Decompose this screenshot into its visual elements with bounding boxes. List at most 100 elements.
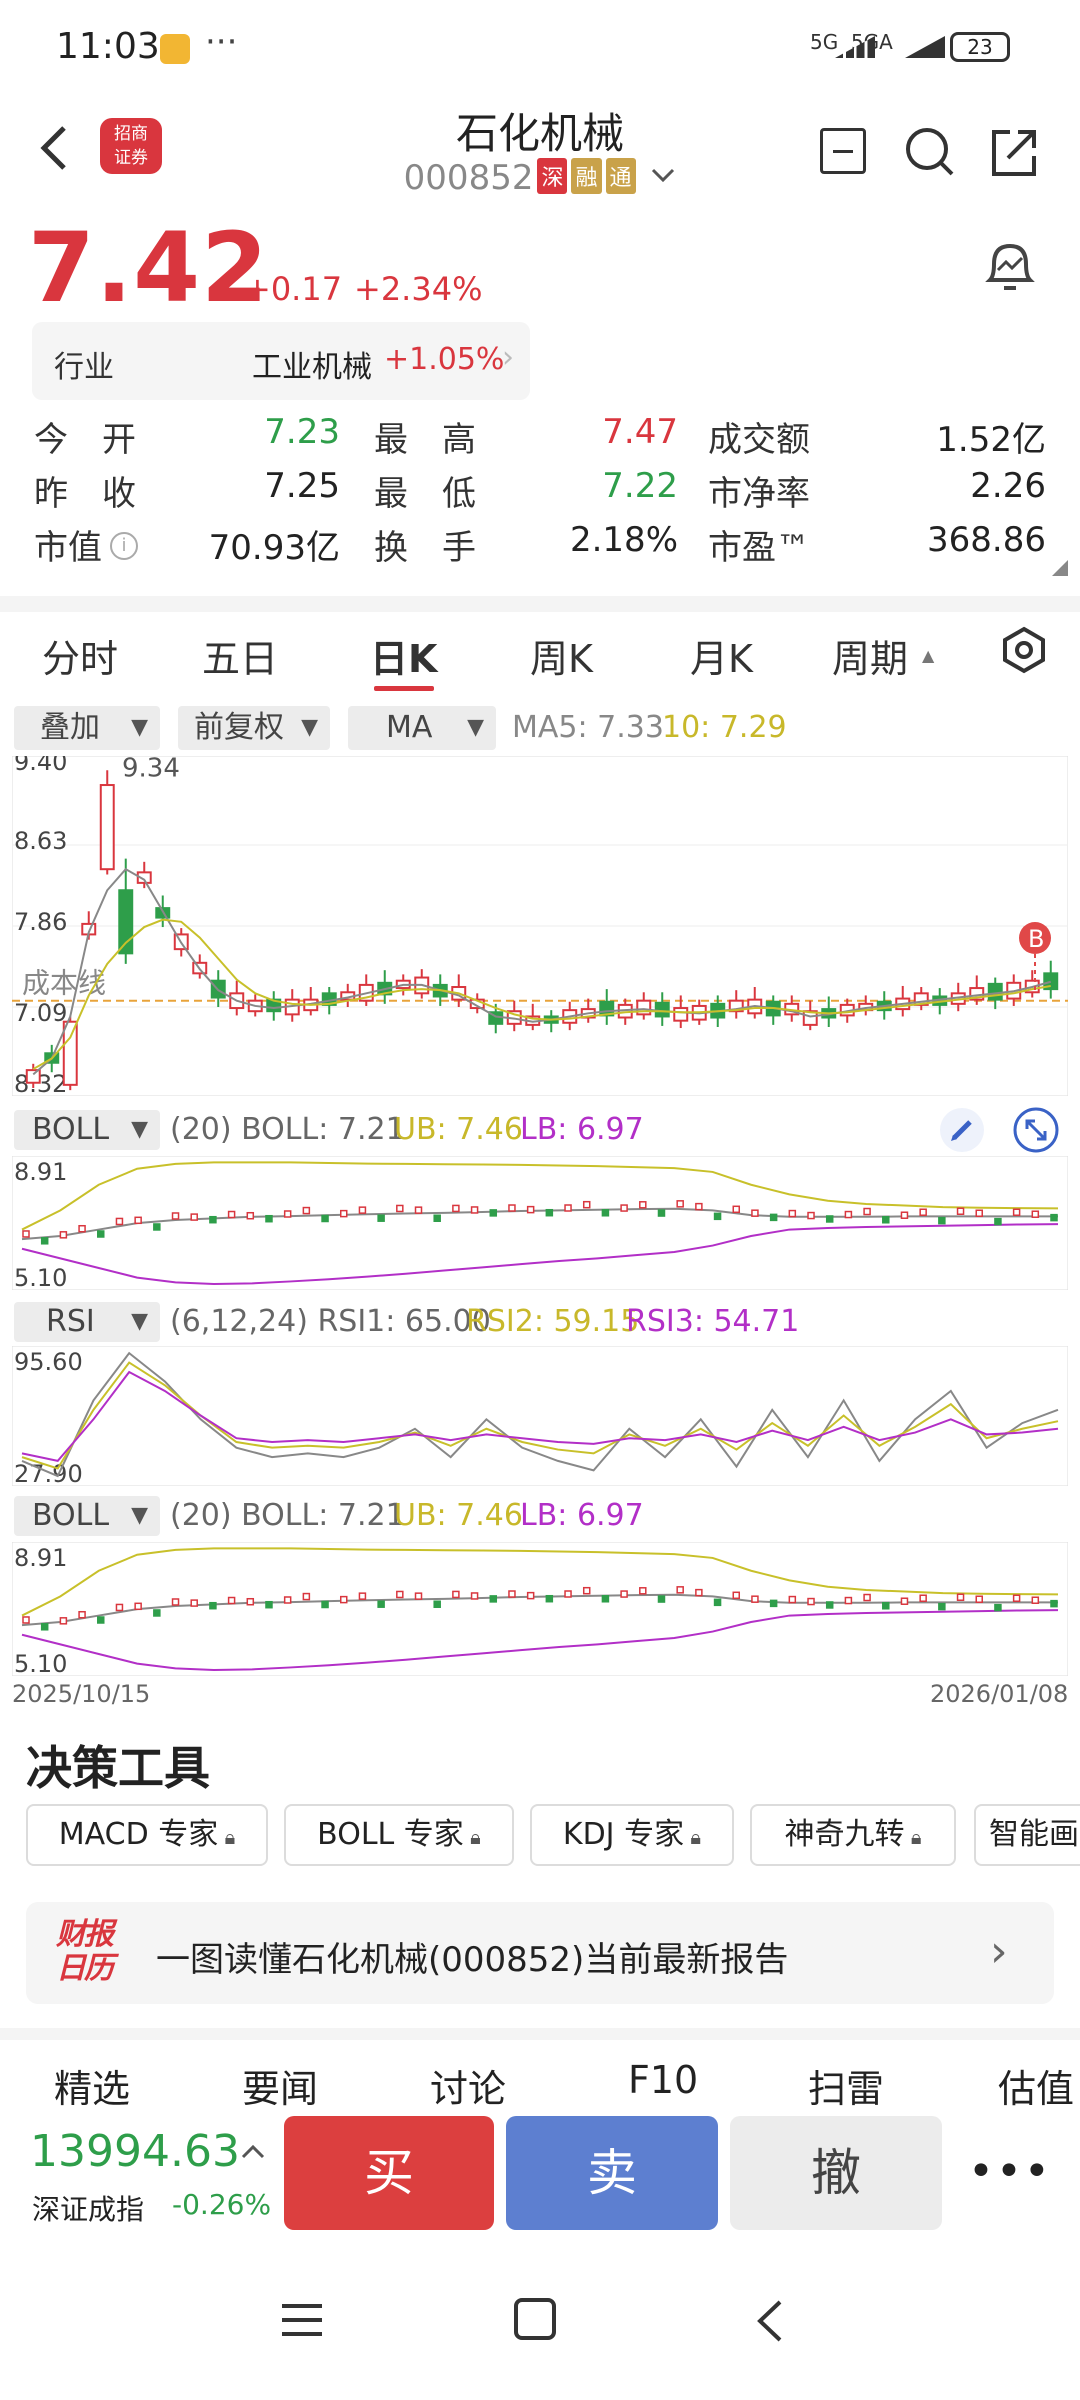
bottom-tab-1[interactable]: 要闻 — [242, 2058, 318, 2113]
mini-candle — [209, 1601, 217, 1610]
mini-candle — [227, 1596, 236, 1605]
status-bar: 11:03 ··· 5G 5GA 23 — [0, 0, 1080, 96]
search-button[interactable] — [902, 124, 958, 184]
boll-chart-2[interactable]: 8.91 5.10 — [12, 1542, 1068, 1676]
more-button[interactable]: ••• — [968, 2146, 1050, 2197]
mini-candle — [396, 1590, 404, 1599]
adjust-label: 前复权 — [194, 710, 284, 745]
bottom-tab-2[interactable]: 讨论 — [430, 2058, 506, 2113]
boll-chart-1[interactable]: 8.91 5.10 — [12, 1156, 1068, 1290]
edit-indicator-button[interactable] — [940, 1108, 984, 1152]
mini-candle — [825, 1215, 834, 1223]
mini-candle — [489, 1595, 498, 1603]
mini-candle — [283, 1596, 292, 1604]
tool-button-label: 智能画 — [989, 1817, 1079, 1852]
panel-frame — [12, 1156, 1068, 1290]
tool-button-3[interactable]: 神奇九转 🔒︎ — [750, 1804, 956, 1866]
mini-candle — [732, 1591, 741, 1600]
rsi-dropdown[interactable]: RSI ▼ — [14, 1302, 160, 1342]
industry-row[interactable]: 行业 工业机械 +1.05% › — [32, 322, 530, 400]
bottom-tab-4[interactable]: 扫雷 — [808, 2058, 884, 2113]
mini-candle — [900, 1211, 909, 1219]
series-line-RSI2 — [21, 1361, 1059, 1470]
cancel-order-button[interactable]: 撤 — [730, 2116, 942, 2230]
chart-settings-button[interactable] — [1000, 626, 1048, 678]
price-change-pct: +2.34% — [354, 270, 483, 308]
quote-value: 368.86 — [927, 520, 1046, 560]
mini-candle — [265, 1600, 273, 1609]
mini-candle — [134, 1216, 142, 1225]
high-price-label: 9.34 — [122, 756, 180, 783]
series-line-RSI1 — [21, 1351, 1059, 1478]
nav-home-button[interactable] — [514, 2298, 556, 2340]
fullscreen-button[interactable] — [1012, 1106, 1060, 1154]
period-tab-2[interactable]: 日K — [370, 628, 437, 683]
bottom-tab-3[interactable]: F10 — [628, 2058, 698, 2102]
mini-candle — [620, 1204, 628, 1212]
tool-button-1[interactable]: BOLL 专家 🔒︎ — [284, 1804, 514, 1866]
tag-rong: 融 — [571, 158, 602, 194]
rsi-chart[interactable]: 95.6027.90 — [12, 1346, 1068, 1486]
triangle-down-icon: ▼ — [131, 715, 148, 740]
buy-signal-label: B — [1028, 925, 1044, 953]
signal-icon-2 — [905, 36, 945, 58]
mini-candle — [321, 1600, 329, 1609]
nav-back-button[interactable] — [752, 2298, 788, 2348]
mini-candle — [620, 1590, 628, 1598]
mini-candle — [97, 1616, 105, 1624]
y-tick-label: 8.63 — [14, 827, 67, 855]
buy-button[interactable]: 买 — [284, 2116, 494, 2230]
adjust-dropdown[interactable]: 前复权 ▼ — [178, 706, 330, 750]
boll-dropdown-2[interactable]: BOLL ▼ — [14, 1496, 160, 1536]
bottom-tab-0[interactable]: 精选 — [54, 2058, 130, 2113]
date-start: 2025/10/15 — [12, 1680, 151, 1708]
share-button[interactable] — [986, 124, 1042, 184]
period-tab-4[interactable]: 月K — [690, 628, 753, 683]
y-tick-label: 5.10 — [14, 1264, 67, 1290]
mini-candle — [302, 1206, 311, 1215]
mini-candle — [452, 1204, 460, 1213]
date-end: 2026/01/08 — [930, 1680, 1069, 1708]
minus-icon — [833, 150, 853, 153]
cost-line-label: 成本线 — [22, 967, 106, 1000]
status-time: 11:03 — [56, 26, 160, 67]
mini-candle — [414, 1206, 423, 1214]
boll-dropdown-1[interactable]: BOLL ▼ — [14, 1110, 160, 1150]
mini-candle — [882, 1216, 890, 1224]
index-ticker[interactable]: 13994.63 深证成指 -0.26% — [26, 2120, 276, 2230]
y-tick-label: 8.91 — [14, 1544, 67, 1572]
price-alert-button[interactable] — [980, 236, 1040, 300]
candlestick-chart[interactable]: 9.408.637.867.098.32成本线9.34B — [12, 756, 1068, 1096]
mini-candle — [732, 1205, 741, 1214]
expand-corner-icon[interactable] — [1052, 560, 1068, 576]
period-tab-0[interactable]: 分时 — [42, 628, 118, 683]
nav-menu-button[interactable] — [280, 2300, 324, 2340]
panel-frame — [12, 1346, 1068, 1486]
mini-candle — [919, 1208, 927, 1216]
y-tick-label: 95.60 — [14, 1348, 83, 1376]
mini-candle — [545, 1594, 554, 1603]
period-tab-5[interactable]: 周期 — [832, 628, 908, 683]
tool-button-0[interactable]: MACD 专家 🔒︎ — [26, 1804, 268, 1866]
period-tab-3[interactable]: 周K — [530, 628, 593, 683]
overlay-dropdown[interactable]: 叠加 ▼ — [14, 706, 160, 750]
indicator-dropdown[interactable]: MA ▼ — [348, 706, 496, 750]
mini-candle — [807, 1211, 815, 1220]
y-tick-label: 5.10 — [14, 1650, 67, 1676]
mini-candle — [657, 1595, 666, 1603]
mini-candle — [321, 1214, 329, 1223]
tool-button-2[interactable]: KDJ 专家 🔒︎ — [530, 1804, 734, 1866]
sell-button[interactable]: 卖 — [506, 2116, 718, 2230]
bottom-tab-5[interactable]: 估值 — [998, 2058, 1074, 2113]
active-tab-indicator — [374, 686, 434, 691]
period-tab-1[interactable]: 五日 — [202, 628, 278, 683]
section-divider-2 — [0, 2028, 1080, 2040]
minus-button[interactable] — [820, 128, 866, 174]
mini-candle — [526, 1205, 535, 1214]
index-change: -0.26% — [172, 2188, 272, 2221]
candle-body — [25, 1069, 41, 1084]
tool-button-4[interactable]: 智能画 — [974, 1804, 1080, 1866]
boll-ub-1: UB: 7.46 — [394, 1112, 523, 1147]
report-banner[interactable]: 财报日历 一图读懂石化机械(000852)当前最新报告 › — [26, 1902, 1054, 2004]
chevron-down-icon — [652, 168, 675, 183]
